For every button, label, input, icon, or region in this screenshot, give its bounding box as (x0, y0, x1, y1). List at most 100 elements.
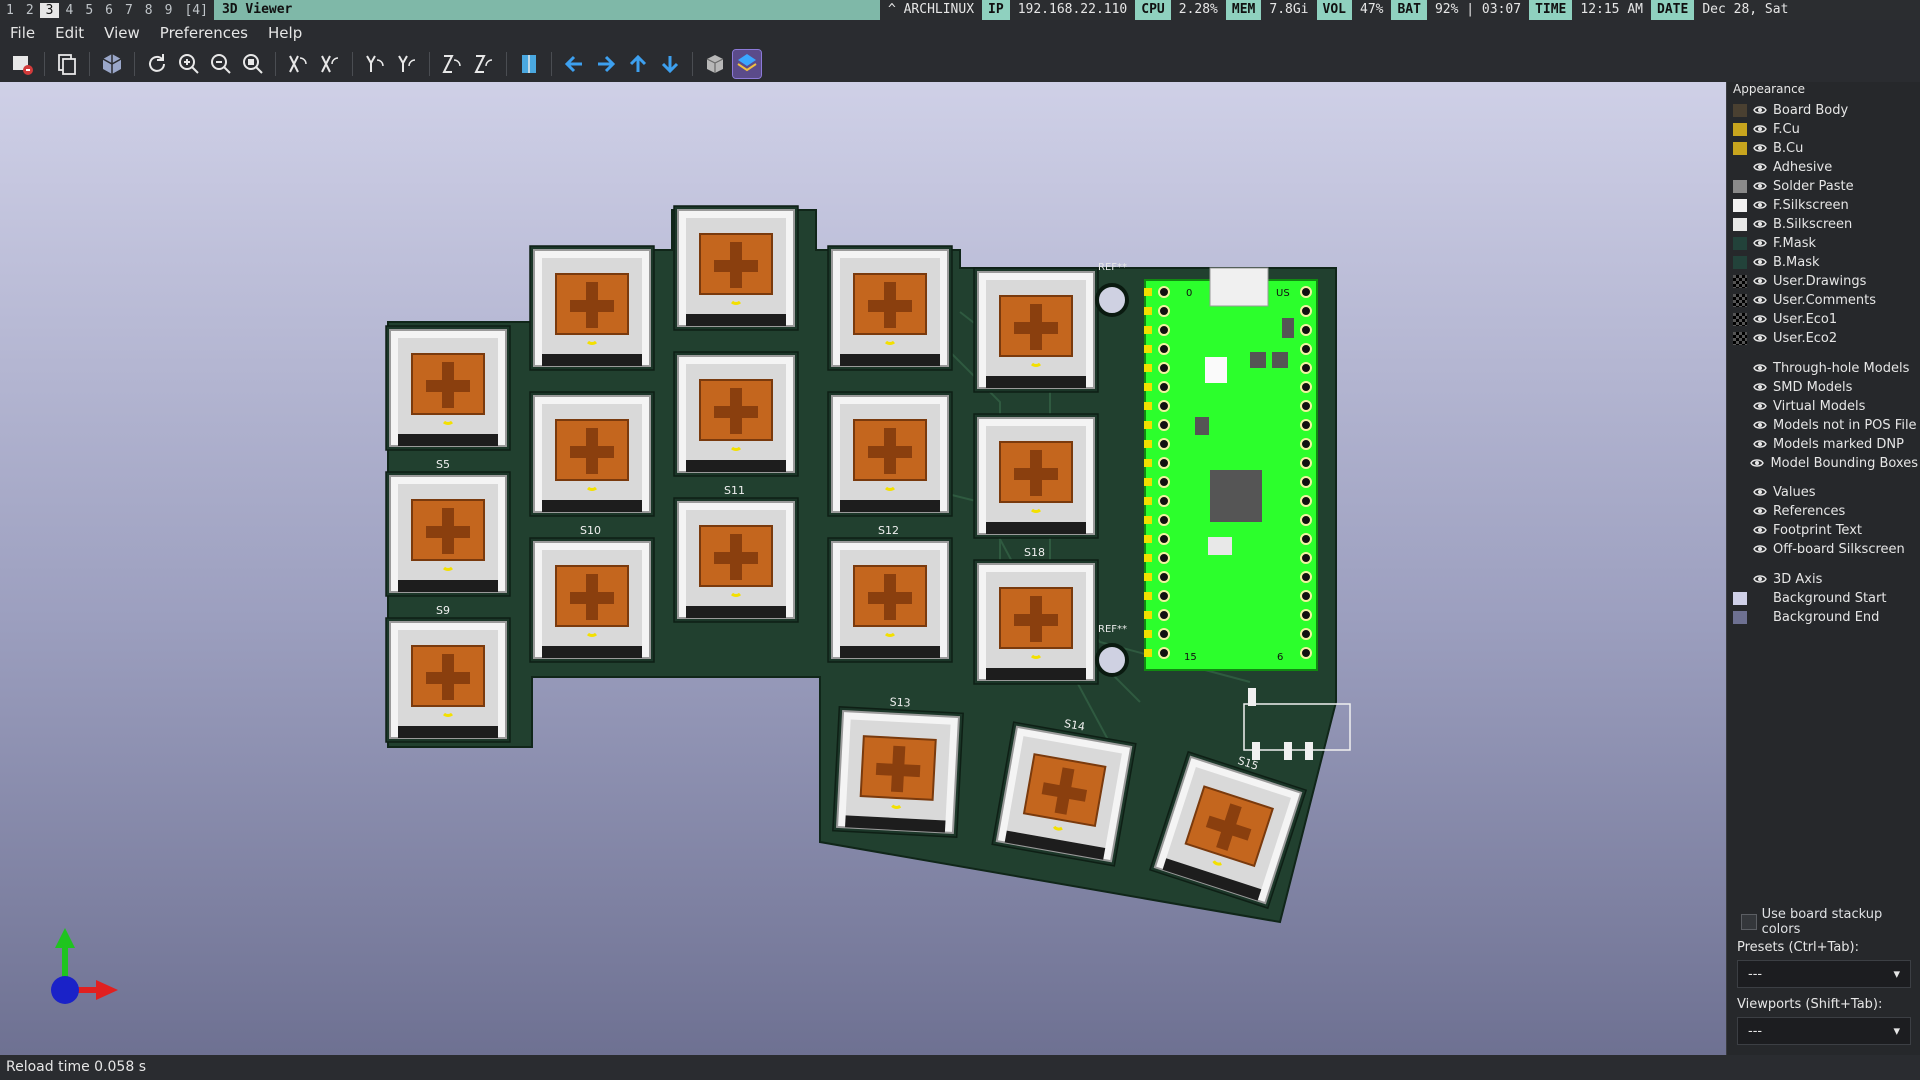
color-swatch[interactable] (1733, 486, 1747, 499)
color-swatch[interactable] (1733, 438, 1747, 451)
layer-row[interactable]: User.Eco1 (1733, 310, 1918, 328)
color-swatch[interactable] (1733, 161, 1747, 174)
visibility-eye-icon[interactable] (1753, 256, 1767, 269)
visibility-eye-icon[interactable] (1753, 419, 1767, 432)
visibility-eye-icon[interactable] (1753, 161, 1767, 174)
visibility-eye-icon[interactable] (1753, 573, 1767, 586)
pan-down-button[interactable] (656, 50, 684, 78)
text-visibility-row[interactable]: Values (1733, 483, 1918, 501)
layer-row[interactable]: User.Drawings (1733, 272, 1918, 290)
layer-row[interactable]: Board Body (1733, 101, 1918, 119)
layer-row[interactable]: Solder Paste (1733, 177, 1918, 195)
viewports-dropdown[interactable]: --- ▾ (1737, 1017, 1911, 1045)
visibility-eye-icon[interactable] (1753, 332, 1767, 345)
pan-up-button[interactable] (624, 50, 652, 78)
board-3d-button[interactable] (98, 50, 126, 78)
color-swatch[interactable] (1733, 331, 1747, 345)
visibility-eye-icon[interactable] (1753, 611, 1767, 624)
color-swatch[interactable] (1733, 362, 1747, 375)
ortho-button[interactable] (701, 50, 729, 78)
zoom-fit-button[interactable] (239, 50, 267, 78)
menu-preferences[interactable]: Preferences (150, 24, 258, 42)
color-swatch[interactable] (1733, 198, 1747, 212)
visibility-eye-icon[interactable] (1753, 313, 1767, 326)
visibility-eye-icon[interactable] (1753, 218, 1767, 231)
layer-row[interactable]: F.Mask (1733, 234, 1918, 252)
workspace-4[interactable]: 4 (59, 3, 79, 18)
workspace-8[interactable]: 8 (139, 3, 159, 18)
visibility-eye-icon[interactable] (1753, 180, 1767, 193)
model-visibility-row[interactable]: Models not in POS File (1733, 416, 1918, 434)
misc-row[interactable]: 3D Axis (1733, 570, 1918, 588)
visibility-eye-icon[interactable] (1753, 438, 1767, 451)
workspace-10[interactable]: [4] (178, 3, 213, 18)
layer-row[interactable]: Adhesive (1733, 158, 1918, 176)
layer-row[interactable]: B.Silkscreen (1733, 215, 1918, 233)
workspace-2[interactable]: 2 (20, 3, 40, 18)
visibility-eye-icon[interactable] (1753, 543, 1767, 556)
visibility-eye-icon[interactable] (1753, 294, 1767, 307)
color-swatch[interactable] (1733, 122, 1747, 136)
visibility-eye-icon[interactable] (1753, 592, 1767, 605)
layer-row[interactable]: B.Cu (1733, 139, 1918, 157)
visibility-eye-icon[interactable] (1750, 457, 1765, 470)
model-visibility-row[interactable]: SMD Models (1733, 378, 1918, 396)
menu-file[interactable]: File (0, 24, 45, 42)
layer-row[interactable]: B.Mask (1733, 253, 1918, 271)
stackup-checkbox[interactable] (1741, 914, 1757, 930)
workspace-3[interactable]: 3 (39, 2, 60, 18)
color-swatch[interactable] (1733, 141, 1747, 155)
workspace-7[interactable]: 7 (119, 3, 139, 18)
pan-left-button[interactable] (560, 50, 588, 78)
rotate-y-ccw-button[interactable] (393, 50, 421, 78)
color-swatch[interactable] (1733, 381, 1747, 394)
menu-help[interactable]: Help (258, 24, 312, 42)
color-swatch[interactable] (1733, 274, 1747, 288)
text-visibility-row[interactable]: Off-board Silkscreen (1733, 540, 1918, 558)
visibility-eye-icon[interactable] (1753, 400, 1767, 413)
color-swatch[interactable] (1733, 400, 1747, 413)
color-swatch[interactable] (1733, 293, 1747, 307)
layer-row[interactable]: F.Cu (1733, 120, 1918, 138)
visibility-eye-icon[interactable] (1753, 104, 1767, 117)
rotate-z-cw-button[interactable] (438, 50, 466, 78)
workspace-6[interactable]: 6 (99, 3, 119, 18)
visibility-eye-icon[interactable] (1753, 123, 1767, 136)
menu-edit[interactable]: Edit (45, 24, 94, 42)
color-swatch[interactable] (1733, 543, 1747, 556)
model-visibility-row[interactable]: Through-hole Models (1733, 359, 1918, 377)
visibility-eye-icon[interactable] (1753, 142, 1767, 155)
layer-row[interactable]: User.Comments (1733, 291, 1918, 309)
text-visibility-row[interactable]: Footprint Text (1733, 521, 1918, 539)
color-swatch[interactable] (1733, 457, 1744, 470)
color-swatch[interactable] (1733, 591, 1747, 605)
zoom-in-button[interactable] (175, 50, 203, 78)
workspace-9[interactable]: 9 (159, 3, 179, 18)
layer-row[interactable]: User.Eco2 (1733, 329, 1918, 347)
visibility-eye-icon[interactable] (1753, 362, 1767, 375)
rotate-x-cw-button[interactable] (284, 50, 312, 78)
color-swatch[interactable] (1733, 505, 1747, 518)
flip-board-button[interactable] (515, 50, 543, 78)
rotate-y-cw-button[interactable] (361, 50, 389, 78)
model-visibility-row[interactable]: Model Bounding Boxes (1733, 454, 1918, 472)
text-visibility-row[interactable]: References (1733, 502, 1918, 520)
stackup-option[interactable]: Use board stackup colors (1741, 907, 1920, 937)
pan-right-button[interactable] (592, 50, 620, 78)
workspace-1[interactable]: 1 (0, 3, 20, 18)
raytrace-button[interactable] (732, 49, 762, 79)
visibility-eye-icon[interactable] (1753, 199, 1767, 212)
color-swatch[interactable] (1733, 103, 1747, 117)
misc-row[interactable]: Background Start (1733, 589, 1918, 607)
color-swatch[interactable] (1733, 419, 1747, 432)
export-image-button[interactable] (8, 50, 36, 78)
menu-view[interactable]: View (94, 24, 150, 42)
color-swatch[interactable] (1733, 179, 1747, 193)
rotate-x-ccw-button[interactable] (316, 50, 344, 78)
visibility-eye-icon[interactable] (1753, 275, 1767, 288)
model-visibility-row[interactable]: Virtual Models (1733, 397, 1918, 415)
color-swatch[interactable] (1733, 312, 1747, 326)
layer-row[interactable]: F.Silkscreen (1733, 196, 1918, 214)
presets-dropdown[interactable]: --- ▾ (1737, 960, 1911, 988)
color-swatch[interactable] (1733, 610, 1747, 624)
